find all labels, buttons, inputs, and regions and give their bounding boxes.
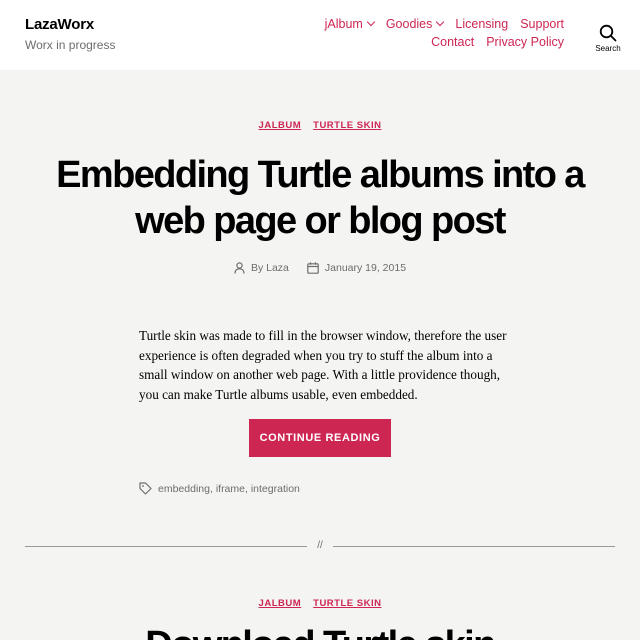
person-icon: [234, 262, 245, 274]
author-link[interactable]: By Laza: [251, 262, 289, 274]
search-button[interactable]: Search: [592, 24, 624, 58]
continue-reading-button[interactable]: CONTINUE READING: [249, 419, 391, 457]
search-label: Search: [595, 44, 621, 53]
site-header: LazaWorx Worx in progress jAlbum Goodies…: [0, 0, 640, 70]
tag-icon: [139, 482, 152, 495]
nav-item-label: jAlbum: [324, 17, 363, 31]
post-categories: JALBUM TURTLE SKIN: [0, 120, 640, 131]
post-author: By Laza: [234, 262, 289, 274]
nav-item-licensing[interactable]: Licensing: [455, 17, 508, 31]
nav-item-privacy-policy[interactable]: Privacy Policy: [486, 35, 564, 49]
separator-mark: //: [307, 539, 333, 553]
post-tags: embedding, iframe, integration: [139, 482, 300, 495]
post-date: January 19, 2015: [307, 262, 406, 274]
post-excerpt: Turtle skin was made to fill in the brow…: [139, 328, 507, 402]
tag-list: embedding, iframe, integration: [158, 482, 300, 495]
category-link-jalbum[interactable]: JALBUM: [259, 120, 302, 131]
tag-link-integration[interactable]: integration: [251, 483, 300, 495]
nav-item-jalbum[interactable]: jAlbum: [324, 17, 376, 31]
calendar-icon: [307, 262, 319, 274]
nav-item-goodies[interactable]: Goodies: [385, 17, 445, 31]
next-post-categories: JALBUM TURTLE SKIN: [0, 598, 640, 609]
site-title-link[interactable]: LazaWorx: [25, 16, 94, 33]
primary-nav: jAlbum Goodies Licensing Support Contact…: [264, 17, 564, 49]
date-link[interactable]: January 19, 2015: [325, 262, 406, 274]
nav-item-label: Goodies: [385, 17, 433, 31]
category-link-jalbum[interactable]: JALBUM: [259, 598, 302, 609]
category-link-turtle-skin[interactable]: TURTLE SKIN: [313, 598, 381, 609]
search-icon: [599, 24, 617, 42]
nav-item-support[interactable]: Support: [520, 17, 564, 31]
category-link-turtle-skin[interactable]: TURTLE SKIN: [313, 120, 381, 131]
tag-link-iframe[interactable]: iframe: [216, 483, 245, 495]
nav-item-contact[interactable]: Contact: [431, 35, 474, 49]
chevron-down-icon: [366, 17, 376, 27]
tag-link-embedding[interactable]: embedding: [158, 483, 210, 495]
chevron-down-icon: [436, 17, 445, 27]
site-description: Worx in progress: [25, 38, 116, 52]
next-post-title[interactable]: Download Turtle skin: [20, 622, 620, 640]
post-meta: By Laza January 19, 2015: [0, 262, 640, 274]
post-title[interactable]: Embedding Turtle albums into a web page …: [20, 152, 620, 244]
